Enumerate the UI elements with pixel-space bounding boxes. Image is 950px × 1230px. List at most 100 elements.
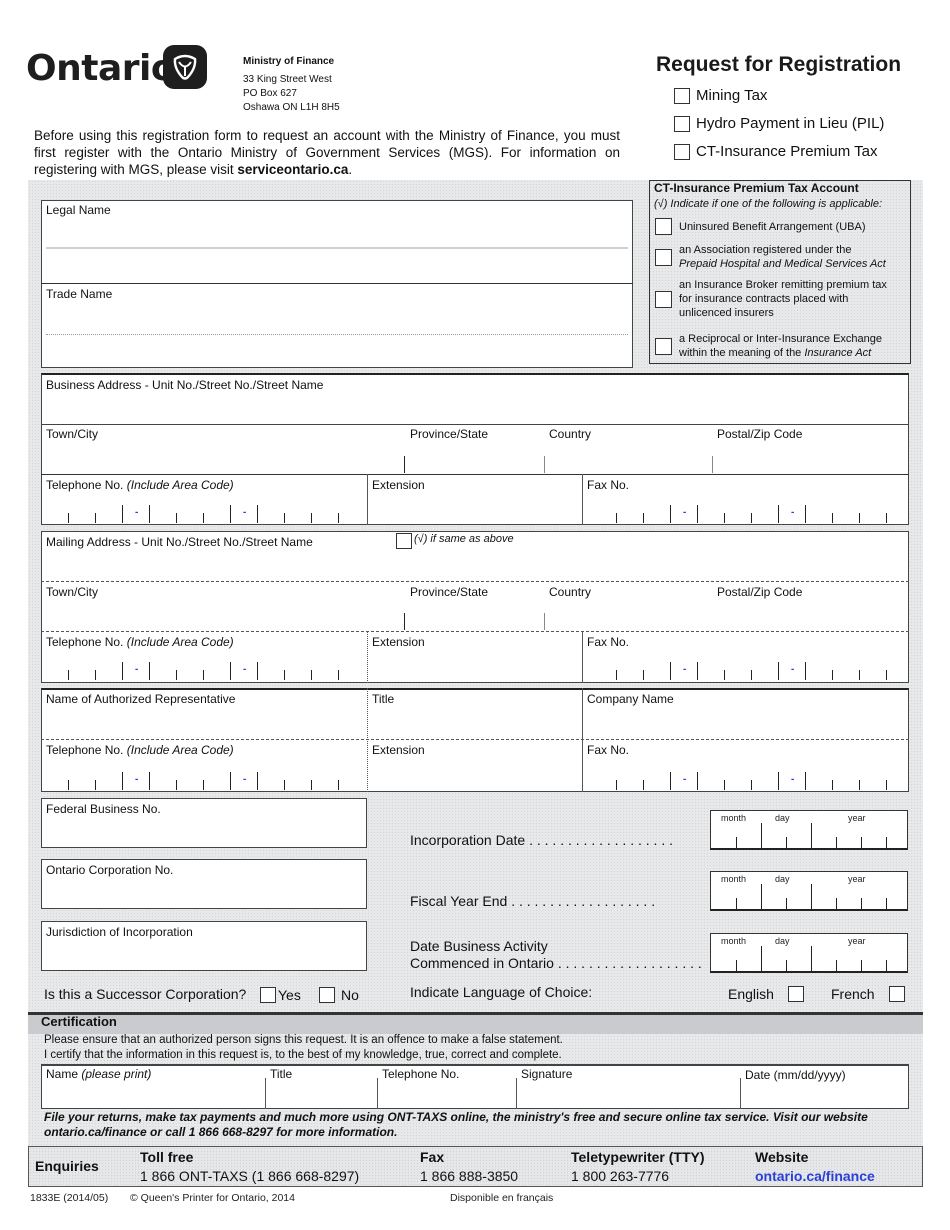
checkbox[interactable] — [655, 337, 672, 355]
digit-separator — [859, 513, 860, 523]
phone-dash: - — [791, 507, 795, 518]
digit-separator — [670, 662, 671, 680]
incorporation-date-input[interactable]: month day year — [710, 810, 908, 850]
option-hydro-pil[interactable]: Hydro Payment in Lieu (PIL) — [674, 115, 884, 132]
mailing-address-input[interactable] — [46, 552, 904, 578]
date-digit-separator — [886, 898, 887, 910]
website-link[interactable]: ontario.ca/finance — [755, 1168, 875, 1184]
digit-separator — [778, 772, 779, 790]
checkbox[interactable] — [674, 115, 690, 132]
cert-signature-label: Signature — [521, 1067, 573, 1081]
cert-signature-input[interactable] — [521, 1082, 736, 1106]
ministry-name: Ministry of Finance — [243, 56, 335, 67]
date-digit-separator — [836, 898, 837, 910]
checkbox[interactable] — [655, 248, 672, 266]
auth-rep-title-input[interactable] — [372, 708, 577, 738]
same-as-above-option[interactable]: (√) if same as above — [396, 533, 514, 549]
business-fax-input[interactable]: -- — [592, 503, 892, 523]
digit-separator — [230, 505, 231, 523]
digit-separator — [616, 513, 617, 523]
cert-telephone-input[interactable] — [382, 1082, 512, 1106]
checkbox[interactable] — [655, 218, 672, 235]
ontario-corp-no-label: Ontario Corporation No. — [46, 863, 174, 877]
date-digit-separator — [811, 823, 812, 849]
option-mining-tax[interactable]: Mining Tax — [674, 87, 767, 104]
date-digit-separator — [836, 960, 837, 972]
website-heading: Website — [755, 1149, 809, 1165]
mailing-extension-input[interactable] — [372, 651, 577, 679]
digit-separator — [311, 780, 312, 790]
auth-rep-name-input[interactable] — [46, 708, 362, 738]
date-year-label: year — [848, 936, 866, 946]
option-ct-insurance[interactable]: CT-Insurance Premium Tax — [674, 143, 877, 160]
checkbox[interactable] — [396, 533, 412, 549]
digit-separator — [203, 670, 204, 680]
digit-separator — [805, 772, 806, 790]
business-extension-input[interactable] — [372, 494, 577, 522]
ct-option-reciprocal[interactable]: a Reciprocal or Inter-Insurance Exchange… — [655, 332, 905, 360]
language-english-option[interactable]: English — [728, 986, 804, 1002]
date-month-label: month — [721, 813, 747, 823]
divider — [46, 247, 628, 249]
auth-rep-telephone-label: Telephone No. (Include Area Code) — [46, 743, 234, 757]
date-year-label: year — [848, 874, 866, 884]
date-digit-separator — [861, 898, 862, 910]
form-number: 1833E (2014/05) — [30, 1192, 109, 1204]
cert-date-input[interactable] — [745, 1082, 905, 1106]
date-digit-separator — [886, 960, 887, 972]
telephone-text: Telephone No. — [46, 478, 124, 492]
checkbox[interactable] — [674, 87, 690, 104]
leader-dots: . . . . . . . . . . . . . . . . . . . — [529, 832, 673, 848]
separator — [367, 631, 368, 683]
mailing-address-label: Mailing Address - Unit No./Street No./St… — [46, 535, 313, 549]
digit-separator — [886, 780, 887, 790]
digit-separator — [203, 780, 204, 790]
legal-name-input[interactable] — [46, 220, 628, 280]
mailing-postal-label: Postal/Zip Code — [717, 585, 803, 599]
mailing-telephone-input[interactable]: -- — [44, 660, 344, 680]
auth-rep-fax-input[interactable]: -- — [592, 770, 892, 790]
fiscal-year-end-input[interactable]: month day year — [710, 871, 908, 911]
checkbox[interactable] — [674, 143, 690, 160]
business-postal-label: Postal/Zip Code — [717, 427, 803, 441]
digit-separator — [616, 780, 617, 790]
address-line: PO Box 627 — [243, 88, 297, 99]
checkbox[interactable] — [319, 987, 335, 1003]
successor-no-option[interactable]: No — [319, 987, 359, 1003]
digit-separator — [859, 780, 860, 790]
auth-rep-telephone-input[interactable]: -- — [44, 770, 344, 790]
digit-separator — [697, 662, 698, 680]
checkbox[interactable] — [888, 986, 905, 1002]
certification-line: I certify that the information in this r… — [44, 1049, 562, 1061]
auth-rep-extension-input[interactable] — [372, 759, 577, 789]
business-address-input[interactable] — [46, 394, 904, 422]
date-digit-separator — [736, 960, 737, 972]
checkbox[interactable] — [260, 987, 276, 1003]
ct-option-uba[interactable]: Uninsured Benefit Arrangement (UBA) — [655, 218, 905, 235]
separator — [367, 474, 368, 525]
ct-option-association[interactable]: an Association registered under the Prepa… — [655, 243, 905, 271]
digit-separator — [311, 513, 312, 523]
business-telephone-input[interactable]: -- — [44, 503, 344, 523]
toll-free-number: 1 866 ONT-TAXS (1 866 668-8297) — [140, 1168, 360, 1184]
language-french-option[interactable]: French — [831, 986, 905, 1002]
phone-dash: - — [243, 507, 247, 518]
mailing-fax-input[interactable]: -- — [592, 660, 892, 680]
phone-dash: - — [683, 664, 687, 675]
ct-option-broker[interactable]: an Insurance Broker remitting premium ta… — [655, 278, 905, 320]
checkbox[interactable] — [655, 290, 672, 308]
company-name-input[interactable] — [587, 708, 905, 738]
date-commenced-input[interactable]: month day year — [710, 933, 908, 973]
cert-title-input[interactable] — [270, 1082, 373, 1106]
successor-yes-option[interactable]: Yes — [260, 987, 301, 1003]
business-telephone-label: Telephone No. (Include Area Code) — [46, 478, 234, 492]
divider — [41, 581, 909, 582]
digit-separator — [95, 513, 96, 523]
divider — [41, 474, 909, 475]
serviceontario-link[interactable]: serviceontario.ca — [237, 162, 348, 177]
digit-separator — [751, 513, 752, 523]
mailing-extension-label: Extension — [372, 635, 425, 649]
cert-name-input[interactable] — [46, 1082, 261, 1106]
option-label: Hydro Payment in Lieu (PIL) — [696, 115, 885, 132]
checkbox[interactable] — [787, 986, 804, 1002]
